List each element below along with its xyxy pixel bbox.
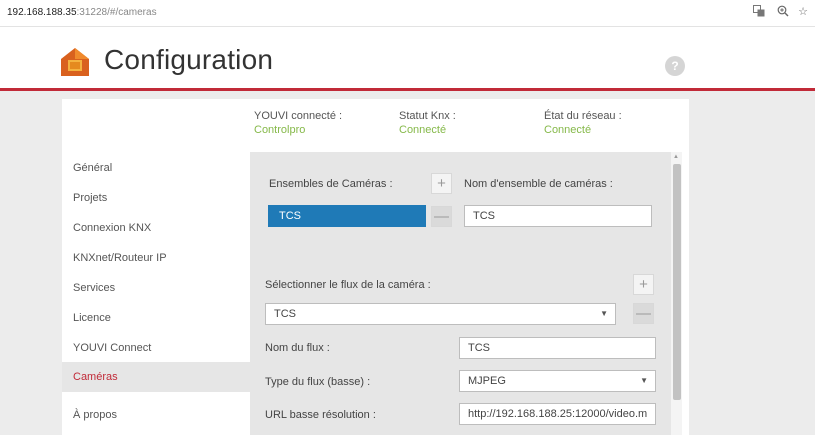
sidebar-item-cameras[interactable]: Caméras: [62, 362, 252, 392]
scrollbar-thumb[interactable]: [673, 164, 681, 400]
camera-set-name-label: Nom d'ensemble de caméras :: [464, 178, 613, 190]
sidebar-item-projects[interactable]: Projets: [62, 183, 250, 213]
network-status-value: Connecté: [544, 124, 592, 136]
star-icon[interactable]: ☆: [796, 5, 810, 19]
add-camera-set-button[interactable]: +: [431, 173, 452, 194]
zoom-icon[interactable]: [776, 5, 790, 19]
remove-stream-button[interactable]: —: [633, 303, 654, 324]
url-host: 192.168.188.35: [7, 7, 77, 18]
stream-name-label: Nom du flux :: [265, 342, 330, 354]
add-stream-button[interactable]: +: [633, 274, 654, 295]
knx-status-value: Connecté: [399, 124, 447, 136]
sidebar-item-license[interactable]: Licence: [62, 303, 250, 333]
camera-set-name-input[interactable]: TCS: [464, 205, 652, 227]
chevron-down-icon: ▼: [600, 309, 608, 318]
remove-camera-set-button[interactable]: —: [431, 206, 452, 227]
stream-select-value: TCS: [274, 308, 296, 320]
youvi-status-label: YOUVI connecté :: [254, 110, 343, 122]
sidebar-item-knx-connection[interactable]: Connexion KNX: [62, 213, 250, 243]
camera-sets-label: Ensembles de Caméras :: [269, 178, 393, 190]
low-res-url-label: URL basse résolution :: [265, 409, 376, 421]
sidebar-item-knxnet-router[interactable]: KNXnet/Routeur IP: [62, 243, 250, 273]
stream-type-label: Type du flux (basse) :: [265, 376, 371, 388]
translate-icon[interactable]: [752, 5, 766, 19]
scroll-up-arrow-icon[interactable]: ▲: [673, 154, 679, 160]
camera-set-list-item[interactable]: TCS: [268, 205, 426, 227]
url-path: :31228/#/cameras: [76, 7, 157, 18]
stream-type-select[interactable]: MJPEG ▼: [459, 370, 656, 392]
low-res-url-input[interactable]: http://192.168.188.25:12000/video.m: [459, 403, 656, 425]
stream-select-label: Sélectionner le flux de la caméra :: [265, 279, 431, 291]
cameras-content-panel: [250, 152, 671, 435]
sidebar-item-general[interactable]: Général: [62, 153, 250, 183]
chevron-down-icon: ▼: [640, 376, 648, 385]
sidebar-item-about[interactable]: À propos: [62, 400, 250, 430]
stream-type-value: MJPEG: [468, 375, 506, 387]
knx-status-label: Statut Knx :: [399, 110, 456, 122]
page-title: Configuration: [104, 44, 274, 75]
help-icon[interactable]: ?: [665, 56, 685, 76]
stream-select[interactable]: TCS ▼: [265, 303, 616, 325]
network-status-label: État du réseau :: [544, 110, 622, 122]
sidebar-item-services[interactable]: Services: [62, 273, 250, 303]
youvi-status-value: Controlpro: [254, 124, 306, 136]
header-accent-line: [0, 88, 815, 91]
stream-name-input[interactable]: TCS: [459, 337, 656, 359]
sidebar-item-youvi-connect[interactable]: YOUVI Connect: [62, 333, 250, 363]
home-logo-icon: [60, 47, 90, 77]
address-bar[interactable]: 192.168.188.35:31228/#/cameras: [7, 7, 157, 18]
